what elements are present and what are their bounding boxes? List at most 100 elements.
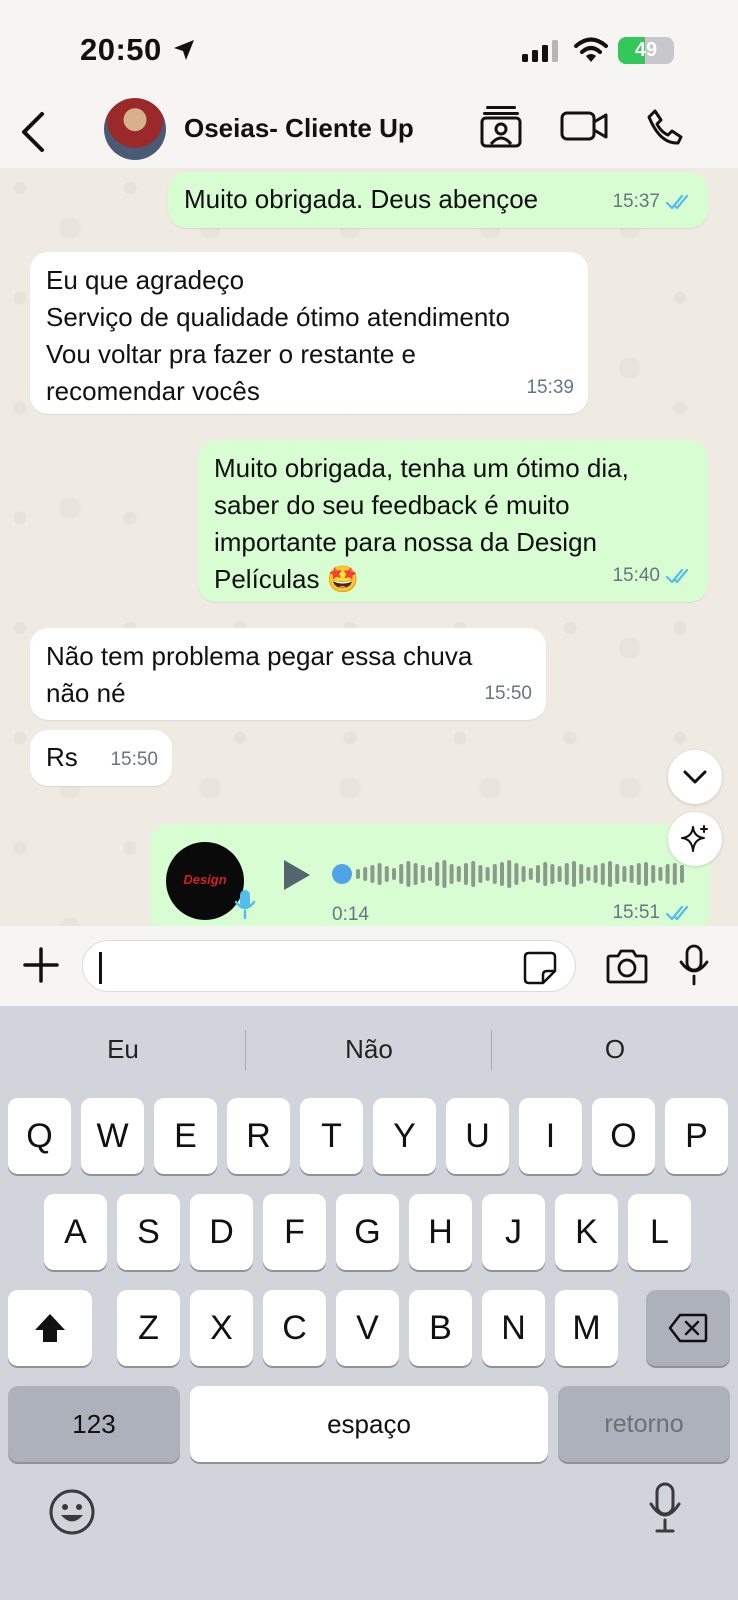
backspace-key[interactable] bbox=[646, 1290, 730, 1366]
key-s[interactable]: S bbox=[117, 1194, 180, 1270]
space-key[interactable]: espaço bbox=[190, 1386, 548, 1462]
message-bubble-incoming[interactable]: Eu que agradeço Serviço de qualidade óti… bbox=[30, 252, 588, 414]
key-f[interactable]: F bbox=[263, 1194, 326, 1270]
key-u[interactable]: U bbox=[446, 1098, 509, 1174]
key-l[interactable]: L bbox=[628, 1194, 691, 1270]
voice-waveform[interactable] bbox=[332, 854, 692, 894]
key-t[interactable]: T bbox=[300, 1098, 363, 1174]
waveform-bar bbox=[456, 866, 461, 882]
suggestion-3[interactable]: O bbox=[492, 1006, 738, 1092]
suggestion-1[interactable]: Eu bbox=[0, 1006, 246, 1092]
chat-header: Oseias- Cliente Up bbox=[0, 96, 738, 170]
shift-arrow-icon bbox=[35, 1314, 65, 1342]
message-time: 15:37 bbox=[612, 191, 660, 212]
waveform-bar bbox=[442, 860, 447, 888]
waveform-bar bbox=[528, 868, 533, 880]
camera-icon[interactable] bbox=[606, 948, 648, 984]
message-input-bar bbox=[0, 926, 738, 1006]
key-b[interactable]: B bbox=[409, 1290, 472, 1366]
message-bubble-incoming[interactable]: Não tem problema pegar essa chuva não né… bbox=[30, 628, 546, 720]
emoji-icon[interactable] bbox=[48, 1488, 96, 1536]
backspace-icon bbox=[668, 1313, 708, 1343]
numbers-key[interactable]: 123 bbox=[8, 1386, 180, 1462]
key-r[interactable]: R bbox=[227, 1098, 290, 1174]
logo-image: Design bbox=[183, 872, 227, 887]
key-m[interactable]: M bbox=[555, 1290, 618, 1366]
play-icon[interactable] bbox=[282, 858, 312, 892]
message-meta: 15:50 bbox=[484, 675, 532, 712]
message-bubble-incoming[interactable]: Rs 15:50 bbox=[30, 730, 172, 786]
waveform-bar bbox=[629, 865, 634, 883]
voice-message[interactable]: Design 0:14 15:51 bbox=[150, 824, 710, 926]
plus-icon[interactable] bbox=[22, 946, 60, 984]
waveform-bar bbox=[600, 863, 605, 885]
ai-sparkle-button[interactable] bbox=[668, 812, 722, 866]
key-g[interactable]: G bbox=[336, 1194, 399, 1270]
waveform-bar bbox=[464, 863, 468, 885]
return-key[interactable]: retorno bbox=[558, 1386, 730, 1462]
scroll-down-button[interactable] bbox=[668, 750, 722, 804]
message-meta: 15:40 bbox=[612, 557, 694, 594]
video-call-icon[interactable] bbox=[560, 110, 608, 142]
key-c[interactable]: C bbox=[263, 1290, 326, 1366]
key-w[interactable]: W bbox=[81, 1098, 144, 1174]
text-caret bbox=[99, 952, 102, 984]
message-time: 15:50 bbox=[110, 749, 158, 770]
waveform-bar bbox=[507, 860, 512, 888]
status-bar: 20:50 49 bbox=[0, 0, 738, 96]
key-q[interactable]: Q bbox=[8, 1098, 71, 1174]
message-meta: 15:51 bbox=[612, 902, 694, 924]
key-v[interactable]: V bbox=[336, 1290, 399, 1366]
waveform-bar bbox=[586, 867, 591, 881]
waveform-bar bbox=[644, 862, 648, 886]
message-time: 15:39 bbox=[526, 377, 574, 398]
message-text: Muito obrigada. Deus abençoe bbox=[184, 184, 539, 214]
waveform-bar bbox=[572, 861, 576, 887]
waveform-bar bbox=[579, 864, 584, 884]
message-meta: 15:37 bbox=[612, 183, 694, 220]
waveform-bar bbox=[356, 869, 360, 879]
dictation-microphone-icon[interactable] bbox=[648, 1482, 682, 1534]
waveform-bar bbox=[413, 863, 418, 885]
shift-key[interactable] bbox=[8, 1290, 92, 1366]
waveform-bar bbox=[449, 864, 454, 884]
key-i[interactable]: I bbox=[519, 1098, 582, 1174]
contact-avatar[interactable] bbox=[104, 98, 166, 160]
voice-sender-avatar: Design bbox=[166, 842, 244, 920]
key-a[interactable]: A bbox=[44, 1194, 107, 1270]
phone-icon[interactable] bbox=[646, 108, 684, 146]
voice-duration: 0:14 bbox=[332, 904, 369, 925]
keyboard: Eu Não O Q W E R T Y U I O P A S D F G H… bbox=[0, 1006, 738, 1600]
waveform-bar bbox=[636, 863, 641, 885]
waveform-bar bbox=[428, 867, 432, 881]
waveform-bar bbox=[392, 868, 396, 880]
waveform-bar bbox=[593, 865, 598, 883]
suggestion-2[interactable]: Não bbox=[246, 1006, 492, 1092]
message-bubble-outgoing[interactable]: Muito obrigada. Deus abençoe 15:37 bbox=[168, 172, 708, 228]
read-ticks-icon bbox=[666, 194, 689, 209]
key-y[interactable]: Y bbox=[373, 1098, 436, 1174]
key-e[interactable]: E bbox=[154, 1098, 217, 1174]
key-h[interactable]: H bbox=[409, 1194, 472, 1270]
key-o[interactable]: O bbox=[592, 1098, 655, 1174]
microphone-icon[interactable] bbox=[678, 944, 710, 986]
message-input[interactable] bbox=[82, 940, 576, 992]
waveform-bar bbox=[521, 866, 526, 882]
key-x[interactable]: X bbox=[190, 1290, 253, 1366]
key-p[interactable]: P bbox=[665, 1098, 728, 1174]
sparkle-icon bbox=[681, 825, 708, 852]
contacts-icon[interactable] bbox=[480, 104, 522, 148]
waveform-bar bbox=[514, 863, 519, 885]
chat-area[interactable]: Muito obrigada. Deus abençoe 15:37 Eu qu… bbox=[0, 168, 738, 926]
key-j[interactable]: J bbox=[482, 1194, 545, 1270]
sticker-icon[interactable] bbox=[523, 951, 557, 985]
key-d[interactable]: D bbox=[190, 1194, 253, 1270]
contact-name[interactable]: Oseias- Cliente Up bbox=[184, 113, 414, 144]
message-bubble-outgoing[interactable]: Muito obrigada, tenha um ótimo dia, sabe… bbox=[198, 440, 708, 602]
key-k[interactable]: K bbox=[555, 1194, 618, 1270]
key-n[interactable]: N bbox=[482, 1290, 545, 1366]
waveform-bar bbox=[658, 867, 663, 881]
message-text: Rs bbox=[46, 742, 78, 772]
back-icon[interactable] bbox=[18, 110, 48, 154]
key-z[interactable]: Z bbox=[117, 1290, 180, 1366]
